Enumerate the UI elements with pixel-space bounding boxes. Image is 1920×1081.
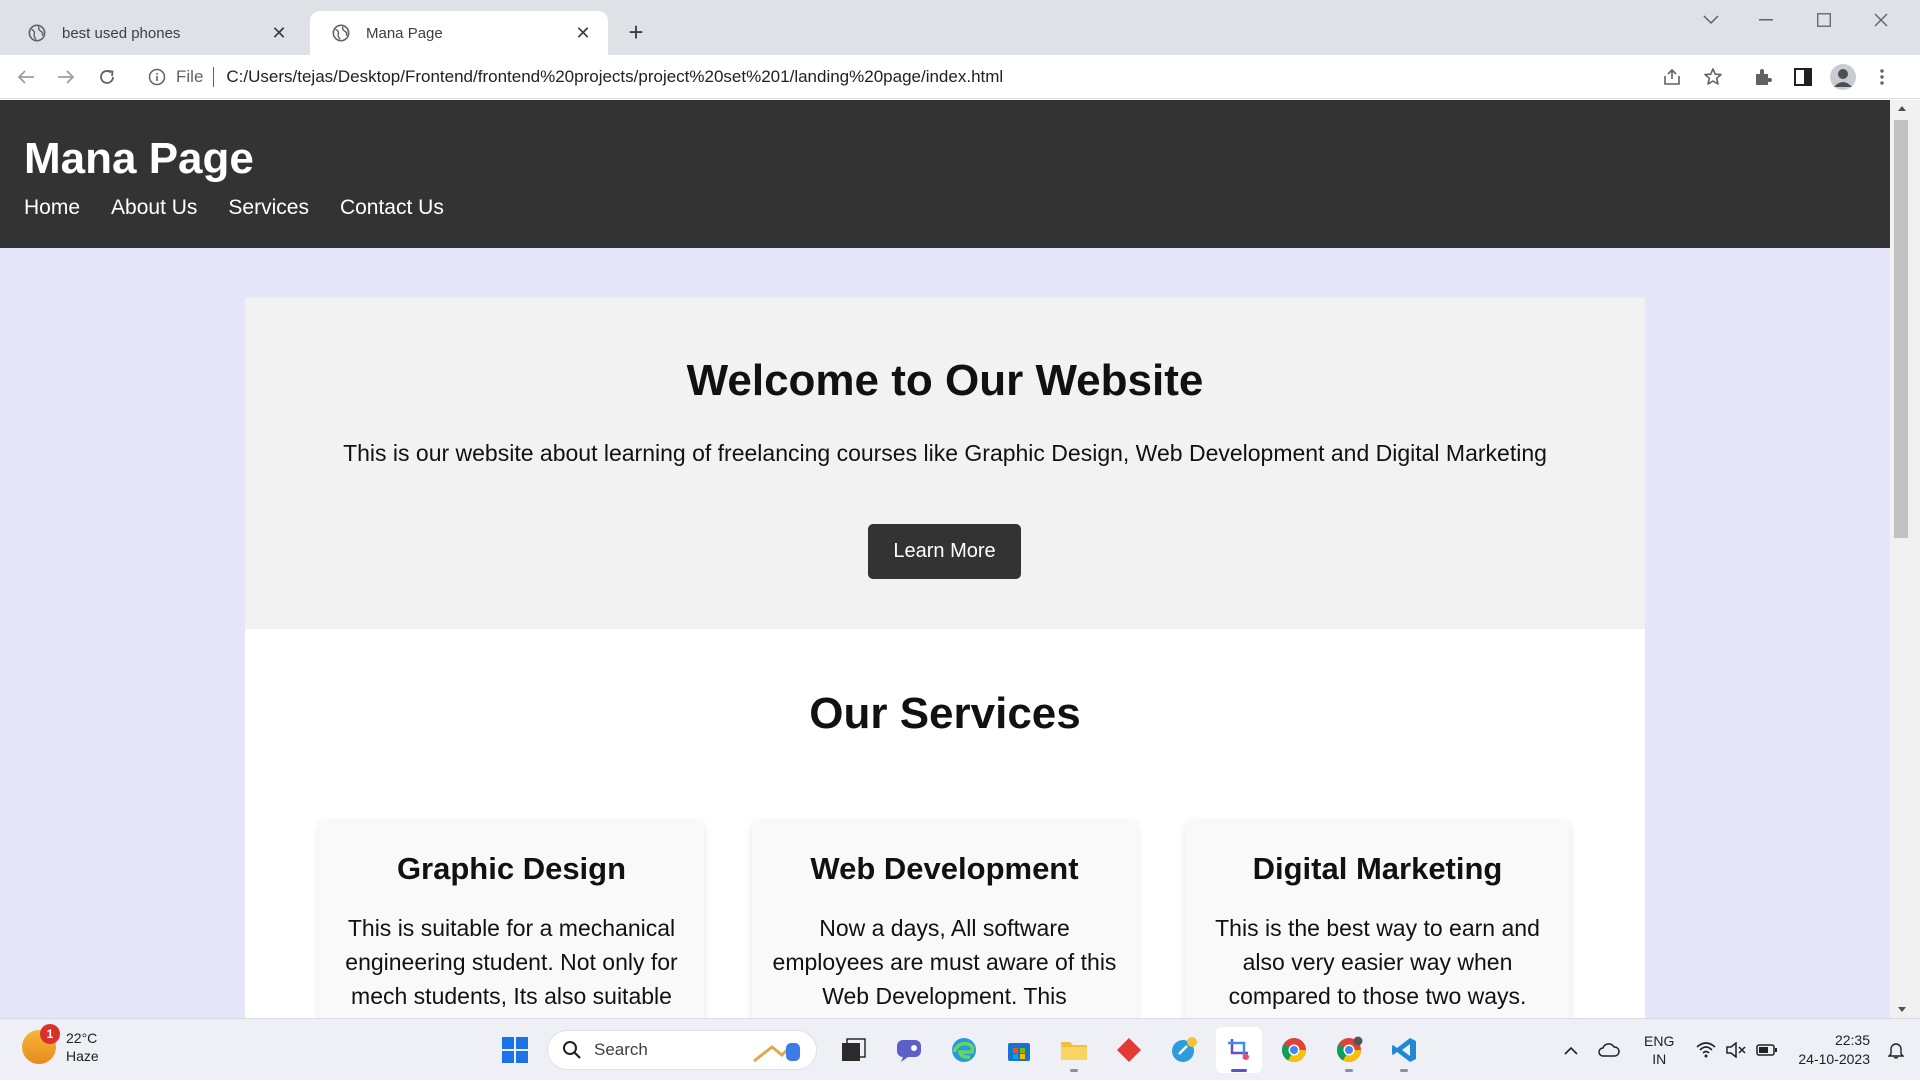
taskbar: 1 22°C Haze Search ENG IN 22:35 24-10-20…	[0, 1018, 1920, 1080]
extensions-icon[interactable]	[1747, 61, 1779, 93]
weather-widget[interactable]: 1 22°C Haze	[22, 1024, 99, 1065]
clock-time: 22:35	[1834, 1032, 1870, 1048]
red-diamond-app-icon[interactable]	[1106, 1027, 1152, 1073]
running-indicator	[1400, 1069, 1408, 1072]
hero-text: This is our website about learning of fr…	[343, 440, 1547, 466]
scroll-down-arrow-icon[interactable]	[1897, 1006, 1907, 1014]
minimize-button[interactable]	[1738, 0, 1794, 40]
maximize-button[interactable]	[1796, 0, 1852, 40]
site-nav: Home About Us Services Contact Us	[24, 196, 475, 220]
hero-heading: Welcome to Our Website	[686, 356, 1204, 405]
microsoft-store-icon[interactable]	[996, 1027, 1042, 1073]
nav-contact-link[interactable]: Contact Us	[340, 196, 444, 220]
service-card-text: This is the best way to earn and also ve…	[1215, 915, 1540, 1009]
tab-title: best used phones	[62, 24, 181, 42]
service-card-digital-marketing: Digital Marketing This is the best way t…	[1185, 821, 1570, 1018]
service-card-web-development: Web Development Now a days, All software…	[752, 821, 1137, 1018]
running-indicator	[1345, 1069, 1353, 1072]
hero-section: Welcome to Our Website This is our websi…	[245, 298, 1645, 629]
battery-icon[interactable]	[1756, 1044, 1778, 1056]
menu-kebab-icon[interactable]	[1866, 61, 1898, 93]
nav-services-link[interactable]: Services	[228, 196, 309, 220]
page-viewport: Mana Page Home About Us Services Contact…	[0, 100, 1890, 1018]
tab-search-chevron-icon[interactable]	[1683, 0, 1739, 40]
tab-title: Mana Page	[366, 24, 443, 42]
running-indicator	[1231, 1069, 1247, 1072]
chat-app-icon[interactable]	[1161, 1027, 1207, 1073]
globe-icon	[28, 24, 46, 42]
teams-chat-icon[interactable]	[886, 1027, 932, 1073]
notification-badge: 1	[40, 1024, 60, 1044]
onedrive-cloud-icon[interactable]	[1598, 1043, 1620, 1057]
language-line2: IN	[1652, 1051, 1667, 1067]
nav-about-link[interactable]: About Us	[111, 196, 197, 220]
weather-condition: Haze	[66, 1048, 99, 1064]
close-tab-icon[interactable]: ✕	[268, 22, 290, 44]
tab-mana-page[interactable]: Mana Page ✕	[310, 11, 608, 55]
reload-button[interactable]	[91, 61, 123, 93]
system-tray: ENG IN 22:35 24-10-2023	[1564, 1019, 1920, 1081]
url-scheme: File	[176, 67, 204, 86]
show-hidden-icons-chevron-icon[interactable]	[1564, 1046, 1578, 1055]
new-tab-button[interactable]: +	[622, 17, 650, 47]
scrollbar-thumb[interactable]	[1894, 120, 1908, 538]
weather-sun-icon: 1	[22, 1024, 60, 1064]
file-explorer-icon[interactable]	[1051, 1027, 1097, 1073]
search-highlight-icon	[753, 1043, 800, 1063]
learn-more-button[interactable]: Learn More	[868, 524, 1021, 579]
close-tab-icon[interactable]: ✕	[572, 22, 594, 44]
service-card-graphic-design: Graphic Design This is suitable for a me…	[319, 821, 704, 1018]
volume-muted-icon[interactable]	[1726, 1042, 1746, 1058]
bookmark-star-icon[interactable]	[1697, 61, 1729, 93]
close-window-button[interactable]	[1853, 0, 1909, 40]
weather-temp: 22°C	[66, 1030, 98, 1046]
side-panel-icon[interactable]	[1787, 61, 1819, 93]
nav-home-link[interactable]: Home	[24, 196, 80, 220]
language-indicator[interactable]: ENG IN	[1644, 1032, 1674, 1068]
service-card-title: Digital Marketing	[1252, 851, 1503, 886]
taskbar-apps: Search	[492, 1027, 1436, 1073]
service-card-text: Now a days, All software employees are m…	[772, 915, 1117, 1009]
chrome-icon[interactable]	[1271, 1027, 1317, 1073]
scroll-up-arrow-icon[interactable]	[1897, 104, 1907, 112]
browser-tab-strip: best used phones ✕ Mana Page ✕ +	[0, 0, 1920, 55]
notifications-bell-icon[interactable]	[1888, 1041, 1904, 1059]
running-indicator	[1070, 1069, 1078, 1072]
snipping-tool-icon[interactable]	[1216, 1027, 1262, 1073]
service-card-title: Web Development	[810, 851, 1079, 886]
service-card-text: This is suitable for a mechanical engine…	[345, 915, 678, 1009]
site-title: Mana Page	[24, 134, 254, 183]
globe-icon	[332, 24, 350, 42]
wifi-icon[interactable]	[1696, 1042, 1716, 1058]
start-button[interactable]	[492, 1027, 538, 1073]
url-text[interactable]: C:/Users/tejas/Desktop/Frontend/frontend…	[226, 67, 1003, 87]
vertical-scrollbar[interactable]	[1890, 100, 1920, 1018]
task-view-icon[interactable]	[831, 1027, 877, 1073]
search-label: Search	[594, 1040, 648, 1059]
language-line1: ENG	[1644, 1033, 1675, 1049]
services-heading: Our Services	[809, 689, 1081, 738]
search-icon	[563, 1041, 581, 1059]
taskbar-clock[interactable]: 22:35 24-10-2023	[1798, 1031, 1870, 1069]
edge-icon[interactable]	[941, 1027, 987, 1073]
chrome-profile-icon[interactable]	[1326, 1027, 1372, 1073]
profile-avatar[interactable]	[1827, 61, 1859, 93]
taskbar-search[interactable]: Search	[547, 1030, 817, 1070]
site-header: Mana Page Home About Us Services Contact…	[0, 100, 1890, 248]
services-section: Our Services Graphic Design This is suit…	[245, 629, 1645, 1018]
back-button[interactable]	[10, 61, 42, 93]
address-bar[interactable]: File C:/Users/tejas/Desktop/Frontend/fro…	[136, 61, 1736, 93]
browser-toolbar: File C:/Users/tejas/Desktop/Frontend/fro…	[0, 55, 1920, 99]
forward-button[interactable]	[50, 61, 82, 93]
service-card-title: Graphic Design	[396, 851, 627, 886]
url-divider	[213, 67, 215, 87]
clock-date: 24-10-2023	[1798, 1051, 1870, 1067]
share-icon[interactable]	[1656, 61, 1688, 93]
tab-best-used-phones[interactable]: best used phones ✕	[6, 11, 304, 55]
vscode-icon[interactable]	[1381, 1027, 1427, 1073]
info-icon[interactable]	[148, 68, 166, 86]
